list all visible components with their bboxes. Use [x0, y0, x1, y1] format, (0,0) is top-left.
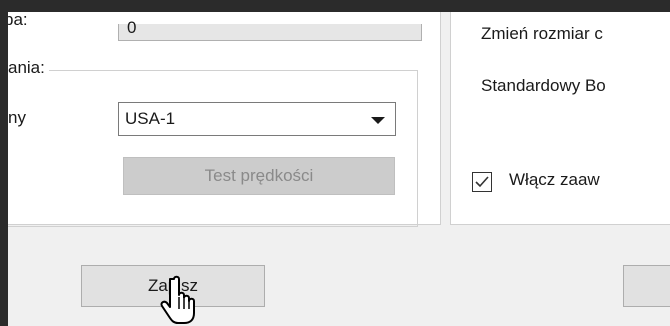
server-label: ny	[8, 108, 26, 127]
chevron-down-icon	[371, 117, 385, 124]
server-select-value: USA-1	[125, 109, 176, 128]
group-box	[8, 70, 418, 227]
field-label: ba:	[8, 10, 28, 29]
resize-label: Zmień rozmiar c	[481, 24, 603, 43]
speed-test-button[interactable]: Test prędkości	[123, 157, 395, 195]
advanced-checkbox-label: Włącz zaaw	[509, 170, 600, 189]
left-settings-panel: ba: 0 ania: ny USA-1 Test prędkości	[8, 10, 441, 227]
advanced-checkbox[interactable]	[472, 172, 492, 192]
window-top-strip	[8, 0, 670, 12]
settings-window: ba: 0 ania: ny USA-1 Test prędkości Zmie…	[8, 0, 670, 326]
server-select[interactable]: USA-1	[118, 102, 396, 136]
numeric-field[interactable]: 0	[118, 18, 422, 41]
group-legend: ania:	[8, 58, 49, 78]
checkmark-icon	[475, 176, 489, 188]
default-label: Standardowy Bo	[481, 76, 606, 95]
cancel-button-partial[interactable]	[623, 265, 670, 307]
right-settings-panel: Zmień rozmiar c Standardowy Bo Włącz zaa…	[450, 12, 670, 225]
hand-cursor-icon	[160, 275, 195, 324]
numeric-field-value: 0	[127, 18, 137, 37]
